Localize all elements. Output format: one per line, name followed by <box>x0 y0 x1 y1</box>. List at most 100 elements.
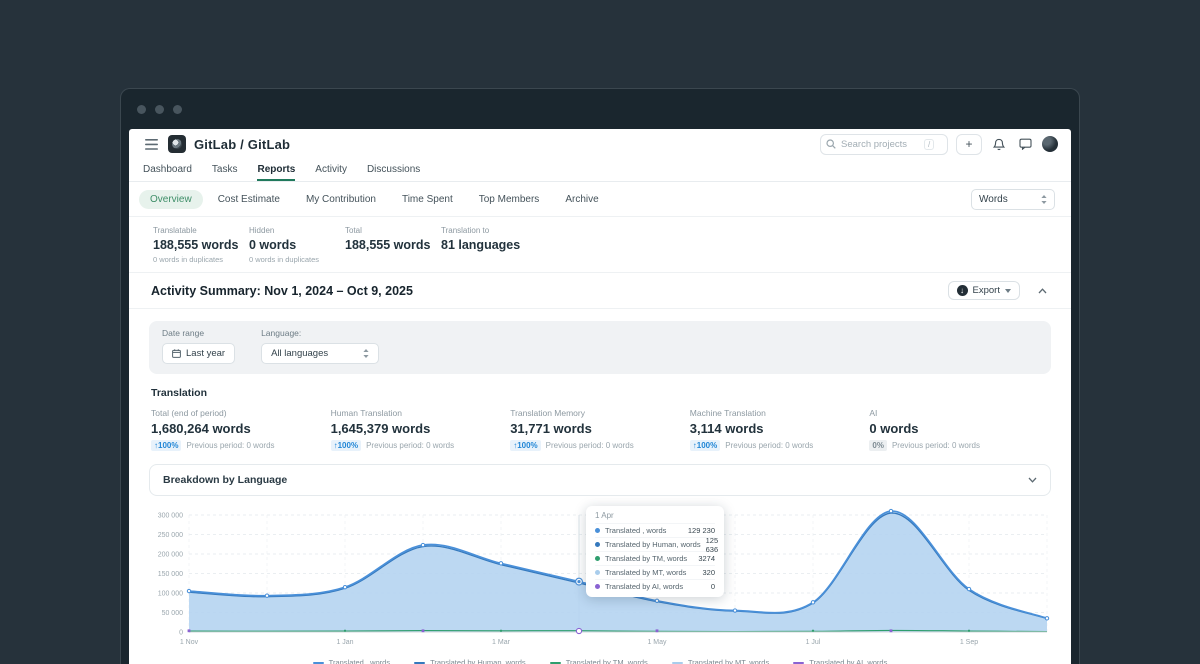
tab-dashboard[interactable]: Dashboard <box>143 159 192 181</box>
legend-item[interactable]: Translated , words <box>313 658 390 664</box>
caret-down-icon <box>1005 289 1011 293</box>
search-icon <box>826 139 836 149</box>
stat-sub <box>441 255 537 263</box>
tooltip-series-dot <box>595 584 600 589</box>
stat-translation-to: Translation to 81 languages <box>441 226 537 264</box>
window-control-1[interactable] <box>137 105 146 114</box>
translation-section: Translation Total (end of period) 1,680,… <box>129 374 1071 451</box>
tooltip-series-dot <box>595 528 600 533</box>
collapse-section-icon[interactable] <box>1038 288 1047 294</box>
stat-sub <box>345 255 441 263</box>
delta-badge: ↑100% <box>151 440 181 451</box>
metric-value: 1,680,264 words <box>151 421 331 436</box>
metric-note: Previous period: 0 words <box>546 441 634 450</box>
tooltip-series-value: 0 <box>711 582 715 591</box>
search-input[interactable]: / <box>820 134 948 155</box>
filters-panel: Date range Last year Language: All langu… <box>149 321 1051 374</box>
subtab-overview[interactable]: Overview <box>139 190 203 209</box>
metric-value: 1,645,379 words <box>331 421 511 436</box>
metric-label: Human Translation <box>331 408 511 418</box>
browser-window: GitLab / GitLab / + Dashboard Tasks Repo… <box>120 88 1080 664</box>
tooltip-series-label: Translated by AI, words <box>605 582 683 591</box>
calendar-icon <box>172 349 181 358</box>
activity-chart-wrap: 300 000250 000200 000150 000100 00050 00… <box>149 502 1051 664</box>
stat-total: Total 188,555 words <box>345 226 441 264</box>
tab-tasks[interactable]: Tasks <box>212 159 238 181</box>
window-control-2[interactable] <box>155 105 164 114</box>
metric-label: Total (end of period) <box>151 408 331 418</box>
language-label: Language: <box>261 328 379 338</box>
stat-value: 188,555 words <box>153 238 249 252</box>
legend-swatch <box>793 662 804 664</box>
window-control-3[interactable] <box>173 105 182 114</box>
tooltip-series-label: Translated by Human, words <box>605 540 701 549</box>
metric-note: Previous period: 0 words <box>366 441 454 450</box>
svg-text:150 000: 150 000 <box>158 571 183 578</box>
svg-text:200 000: 200 000 <box>158 552 183 559</box>
tab-reports[interactable]: Reports <box>257 159 295 181</box>
create-new-button[interactable]: + <box>956 134 982 155</box>
metric-label: AI <box>869 408 1049 418</box>
export-button[interactable]: ↓ Export <box>948 281 1020 300</box>
date-range-button[interactable]: Last year <box>162 343 235 364</box>
menu-icon[interactable] <box>142 135 160 153</box>
breakdown-by-language-card[interactable]: Breakdown by Language <box>149 464 1051 496</box>
select-updown-icon <box>1041 195 1047 204</box>
legend-swatch <box>550 662 561 664</box>
project-tabs: Dashboard Tasks Reports Activity Discuss… <box>129 159 1071 182</box>
legend-item[interactable]: Translated by TM, words <box>550 658 648 664</box>
legend-item[interactable]: Translated by Human, words <box>414 658 526 664</box>
units-select[interactable]: Words <box>971 189 1055 210</box>
page-title: GitLab / GitLab <box>194 137 290 152</box>
tab-discussions[interactable]: Discussions <box>367 159 420 181</box>
tooltip-series-value: 3274 <box>698 554 715 563</box>
subtab-my-contribution[interactable]: My Contribution <box>295 190 387 209</box>
subtab-top-members[interactable]: Top Members <box>468 190 551 209</box>
legend-swatch <box>414 662 425 664</box>
reports-subnav: Overview Cost Estimate My Contribution T… <box>129 182 1071 217</box>
chevron-down-icon <box>1028 477 1037 483</box>
tab-activity[interactable]: Activity <box>315 159 347 181</box>
metric-label: Translation Memory <box>510 408 690 418</box>
units-select-value: Words <box>979 194 1008 205</box>
delta-badge: ↑100% <box>510 440 540 451</box>
subtab-archive[interactable]: Archive <box>554 190 609 209</box>
stat-label: Translation to <box>441 226 537 235</box>
messages-icon[interactable] <box>1016 135 1034 153</box>
legend-label: Translated by MT, words <box>688 658 769 664</box>
tooltip-series-label: Translated , words <box>605 526 666 535</box>
translation-metrics: Total (end of period) 1,680,264 words ↑1… <box>151 408 1049 451</box>
legend-item[interactable]: Translated by AI, words <box>793 658 887 664</box>
delta-badge: 0% <box>869 440 887 451</box>
legend-item[interactable]: Translated by MT, words <box>672 658 769 664</box>
metric-value: 3,114 words <box>690 421 870 436</box>
metric-value: 0 words <box>869 421 1049 436</box>
stat-label: Hidden <box>249 226 345 235</box>
project-logo <box>168 135 186 153</box>
select-updown-icon <box>363 349 369 358</box>
metric-human-translation: Human Translation 1,645,379 words ↑100% P… <box>331 408 511 451</box>
tooltip-series-value: 320 <box>702 568 715 577</box>
tooltip-row: Translated by AI, words 0 <box>595 579 715 593</box>
subtab-cost-estimate[interactable]: Cost Estimate <box>207 190 291 209</box>
stat-translatable: Translatable 188,555 words 0 words in du… <box>153 226 249 264</box>
notifications-bell-icon[interactable] <box>990 135 1008 153</box>
activity-summary-header: Activity Summary: Nov 1, 2024 – Oct 9, 2… <box>129 273 1071 309</box>
metric-ai: AI 0 words 0% Previous period: 0 words <box>869 408 1049 451</box>
tooltip-series-label: Translated by TM, words <box>605 554 687 563</box>
search-field[interactable] <box>841 139 919 150</box>
tooltip-series-dot <box>595 542 600 547</box>
legend-label: Translated , words <box>329 658 390 664</box>
metric-value: 31,771 words <box>510 421 690 436</box>
metric-note: Previous period: 0 words <box>892 441 980 450</box>
chart-legend: Translated , words Translated by Human, w… <box>149 658 1051 664</box>
svg-text:1 Jan: 1 Jan <box>336 639 353 646</box>
delta-badge: ↑100% <box>331 440 361 451</box>
subtab-time-spent[interactable]: Time Spent <box>391 190 464 209</box>
tooltip-row: Translated by Human, words125 636 <box>595 537 715 551</box>
language-select[interactable]: All languages <box>261 343 379 364</box>
stat-value: 0 words <box>249 238 345 252</box>
user-avatar[interactable] <box>1042 136 1058 152</box>
legend-swatch <box>672 662 683 664</box>
svg-text:50 000: 50 000 <box>162 610 184 617</box>
